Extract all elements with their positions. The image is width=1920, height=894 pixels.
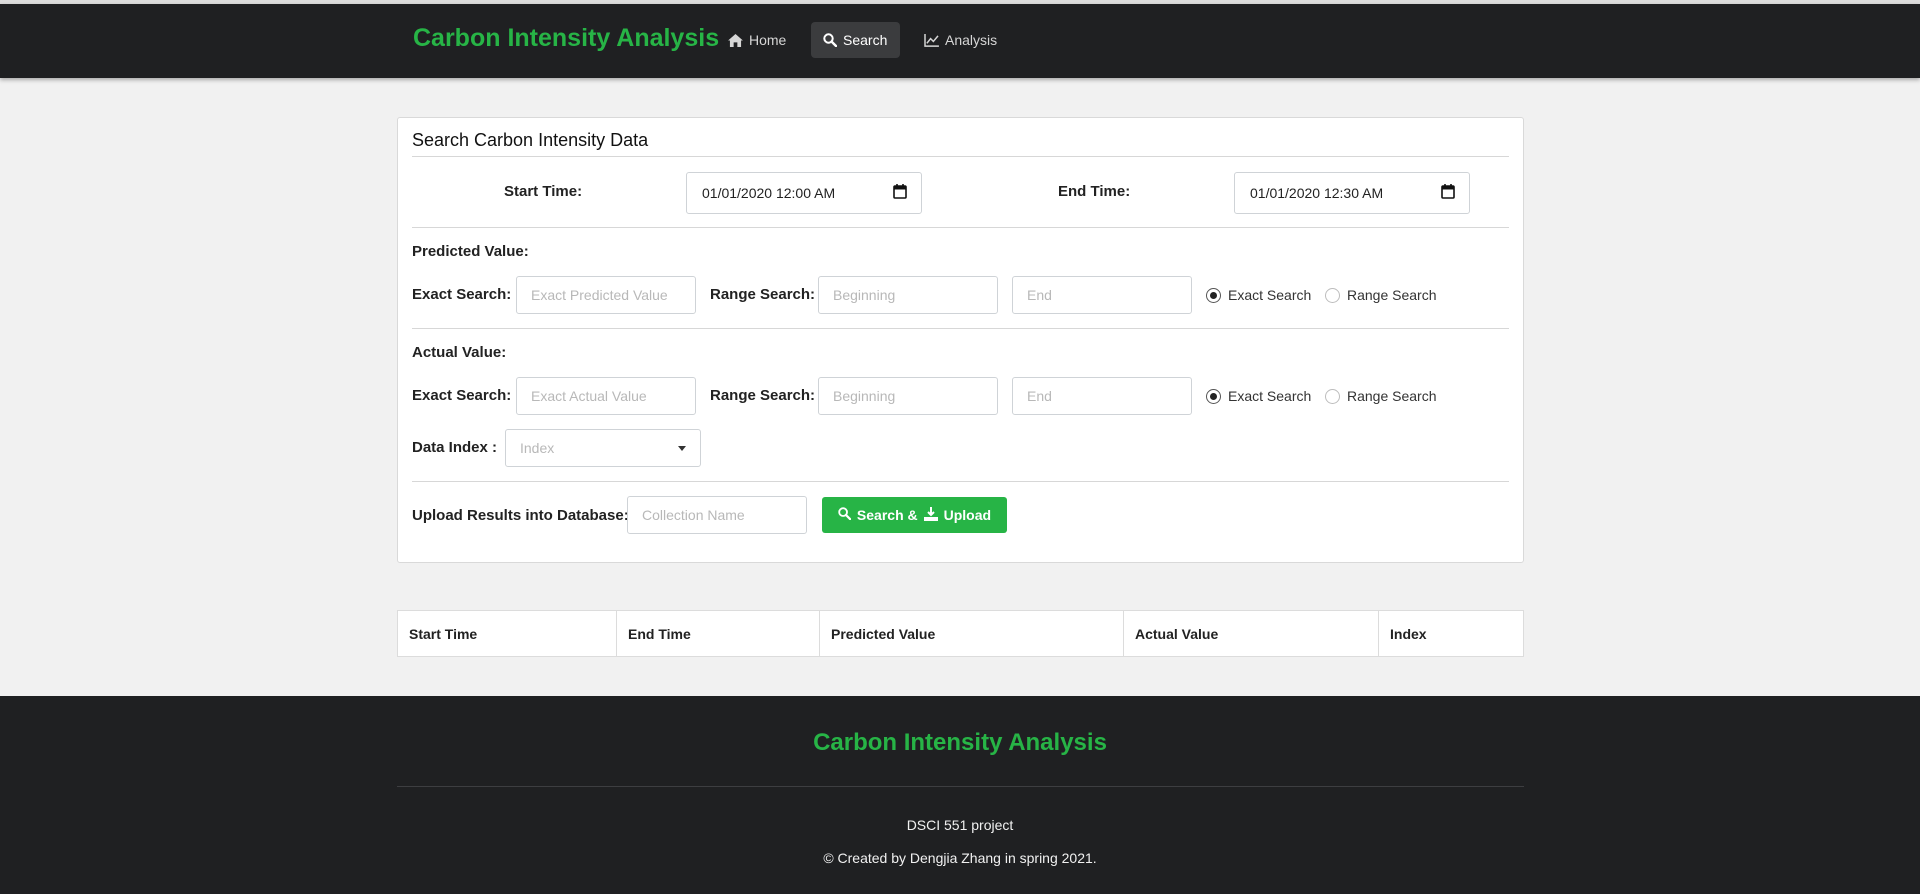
collection-name-input[interactable] xyxy=(627,496,807,534)
form-title: Search Carbon Intensity Data xyxy=(412,130,649,150)
calendar-icon[interactable] xyxy=(1441,184,1455,202)
predicted-radio-exact[interactable]: Exact Search xyxy=(1206,287,1311,303)
actual-radio-range[interactable]: Range Search xyxy=(1325,388,1437,404)
predicted-range-end-input[interactable] xyxy=(1012,276,1192,314)
search-icon xyxy=(838,507,852,523)
search-upload-label-search: Search & xyxy=(856,507,918,523)
footer-brand: Carbon Intensity Analysis xyxy=(813,729,1107,756)
predicted-exact-input[interactable] xyxy=(516,276,696,314)
start-time-value: 01/01/2020 12:00 AM xyxy=(702,185,836,201)
nav-analysis-link[interactable]: Analysis xyxy=(912,22,1009,58)
predicted-radio-range-label: Range Search xyxy=(1347,287,1437,303)
divider xyxy=(412,328,1509,329)
data-index-placeholder: Index xyxy=(520,440,555,456)
table-header-index[interactable]: Index xyxy=(1379,611,1523,656)
predicted-range-label: Range Search: xyxy=(710,286,816,303)
brand-title[interactable]: Carbon Intensity Analysis xyxy=(413,24,719,53)
actual-radio-exact-label: Exact Search xyxy=(1228,388,1312,404)
actual-radio-range-label: Range Search xyxy=(1347,388,1437,404)
navbar: Carbon Intensity Analysis Home Search An… xyxy=(0,4,1920,78)
data-index-select[interactable]: Index xyxy=(505,429,701,467)
actual-radio-exact[interactable]: Exact Search xyxy=(1206,388,1311,404)
end-time-label: End Time: xyxy=(1058,183,1131,200)
radio-button[interactable] xyxy=(1206,388,1221,404)
upload-icon xyxy=(923,506,938,524)
end-time-input[interactable]: 01/01/2020 12:30 AM xyxy=(1234,172,1470,214)
actual-range-begin-input[interactable] xyxy=(818,377,998,415)
nav-home-label: Home xyxy=(749,32,787,48)
predicted-value-heading: Predicted Value: xyxy=(412,243,529,260)
footer-project: DSCI 551 project xyxy=(906,817,1014,833)
start-time-label: Start Time: xyxy=(504,183,583,200)
actual-exact-input[interactable] xyxy=(516,377,696,415)
nav-analysis-label: Analysis xyxy=(945,32,998,48)
nav-search-link[interactable]: Search xyxy=(811,22,900,58)
actual-range-label: Range Search: xyxy=(710,387,816,404)
footer-divider xyxy=(397,786,1524,787)
home-icon xyxy=(728,33,743,47)
radio-button[interactable] xyxy=(1325,287,1340,303)
table-header-actual-value[interactable]: Actual Value xyxy=(1124,611,1379,656)
divider xyxy=(412,156,1509,157)
radio-button[interactable] xyxy=(1206,287,1221,303)
table-header-predicted-value[interactable]: Predicted Value xyxy=(820,611,1124,656)
actual-range-end-input[interactable] xyxy=(1012,377,1192,415)
table-header-end-time[interactable]: End Time xyxy=(617,611,820,656)
nav-search-label: Search xyxy=(843,32,888,48)
calendar-icon[interactable] xyxy=(893,184,907,202)
predicted-range-begin-input[interactable] xyxy=(818,276,998,314)
search-icon xyxy=(823,33,837,47)
radio-button[interactable] xyxy=(1325,388,1340,404)
nav-home-link[interactable]: Home xyxy=(716,22,798,58)
divider xyxy=(412,227,1509,228)
start-time-input[interactable]: 01/01/2020 12:00 AM xyxy=(686,172,922,214)
upload-label: Upload Results into Database: xyxy=(412,507,629,524)
end-time-value: 01/01/2020 12:30 AM xyxy=(1250,185,1384,201)
predicted-radio-range[interactable]: Range Search xyxy=(1325,287,1437,303)
results-table: Start Time End Time Predicted Value Actu… xyxy=(397,610,1524,657)
footer: Carbon Intensity Analysis DSCI 551 proje… xyxy=(0,696,1920,894)
predicted-radio-exact-label: Exact Search xyxy=(1228,287,1312,303)
actual-value-heading: Actual Value: xyxy=(412,344,507,361)
divider xyxy=(412,481,1509,482)
table-header-start-time[interactable]: Start Time xyxy=(398,611,617,656)
search-form-card: Search Carbon Intensity Data Start Time:… xyxy=(397,117,1524,563)
predicted-exact-label: Exact Search: xyxy=(412,286,512,303)
line-chart-icon xyxy=(924,33,939,47)
search-upload-label-upload: Upload xyxy=(943,507,992,523)
data-index-label: Data Index : xyxy=(412,439,498,456)
actual-exact-label: Exact Search: xyxy=(412,387,512,404)
search-upload-button[interactable]: Search & Upload xyxy=(822,497,1007,533)
chevron-down-icon xyxy=(678,445,686,451)
footer-credit: © Created by Dengjia Zhang in spring 202… xyxy=(823,850,1097,866)
